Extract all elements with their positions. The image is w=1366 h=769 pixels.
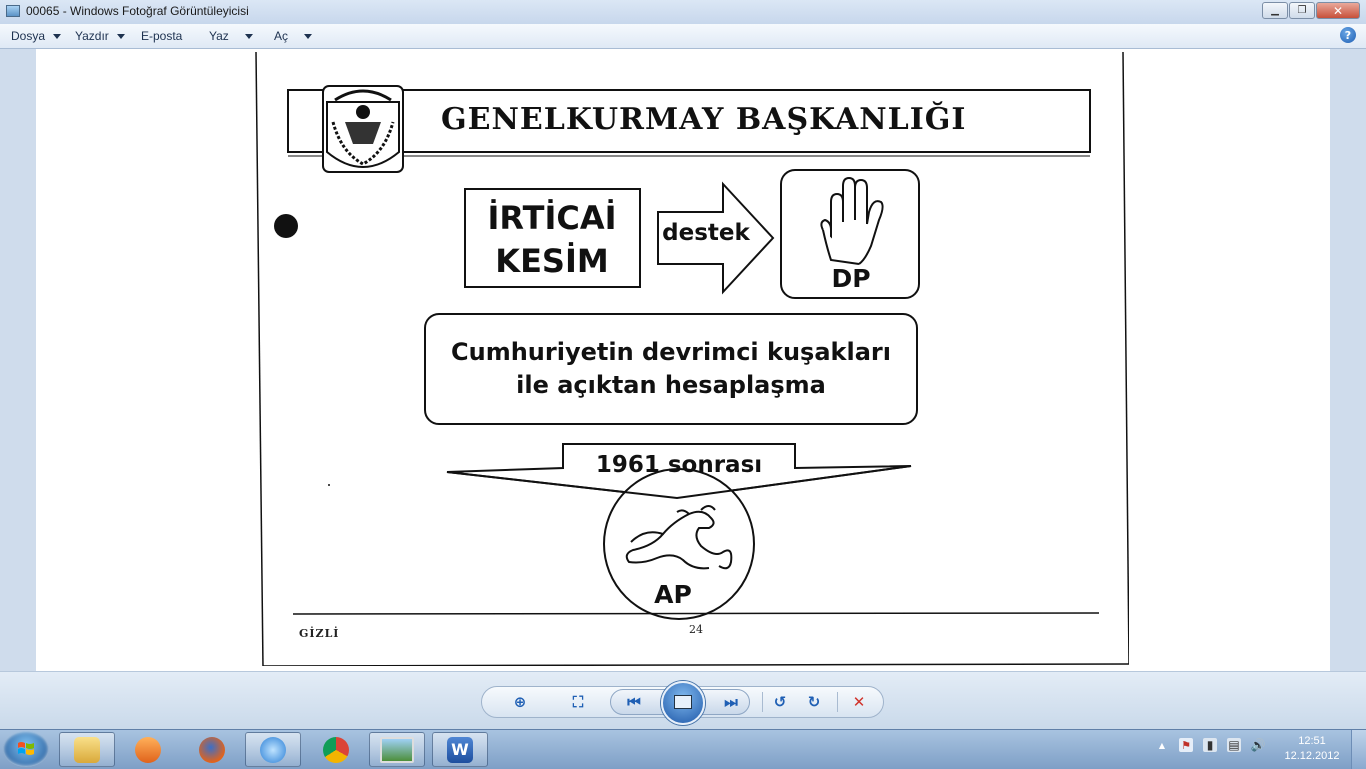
taskbar-photo-viewer[interactable] bbox=[369, 732, 425, 767]
folder-icon bbox=[74, 736, 100, 763]
after-1961-label: 1961 sonrası bbox=[595, 452, 763, 478]
rotate-counterclockwise-icon[interactable]: ↺ bbox=[770, 693, 790, 711]
close-button[interactable]: ✕ bbox=[1316, 2, 1360, 19]
taskbar: W ▲ ⚑ ▮ ▤ 🔊 12:51 12.12.2012 bbox=[0, 729, 1366, 769]
firefox-icon bbox=[199, 736, 225, 763]
chevron-down-icon bbox=[116, 33, 125, 39]
fit-window-icon[interactable]: ⛶ bbox=[568, 693, 588, 711]
action-center-icon[interactable]: ⚑ bbox=[1179, 738, 1193, 752]
start-button[interactable] bbox=[3, 731, 49, 767]
photo-viewer-icon bbox=[380, 736, 414, 763]
volume-icon[interactable]: 🔊 bbox=[1251, 738, 1266, 752]
slideshow-icon bbox=[674, 695, 692, 709]
tray-expand-icon[interactable]: ▲ bbox=[1155, 738, 1169, 752]
box-irticai-line2: KESİM bbox=[495, 242, 609, 280]
media-player-icon bbox=[135, 736, 161, 763]
photo-viewer-app-icon bbox=[6, 5, 20, 17]
network-icon[interactable]: ▤ bbox=[1227, 738, 1241, 752]
chrome-icon bbox=[323, 736, 349, 763]
taskbar-word[interactable]: W bbox=[432, 732, 488, 767]
previous-icon[interactable]: ⏮ bbox=[624, 693, 644, 711]
usb-device-icon[interactable]: ▮ bbox=[1203, 738, 1217, 752]
military-emblem-icon bbox=[322, 85, 404, 173]
restore-button[interactable]: ❐ bbox=[1289, 2, 1315, 19]
flag-icon: ⚑ bbox=[1181, 738, 1191, 752]
slideshow-button[interactable] bbox=[661, 681, 705, 725]
box-irticai-line1: İRTİCAİ bbox=[487, 199, 617, 237]
help-icon[interactable]: ? bbox=[1340, 27, 1356, 43]
taskbar-media-player[interactable] bbox=[120, 732, 176, 767]
window-controls: ▁ ❐ ✕ bbox=[1261, 2, 1360, 20]
system-tray: ▲ ⚑ ▮ ▤ 🔊 bbox=[1155, 738, 1265, 752]
title-bar: 00065 - Windows Fotoğraf Görüntüleyicisi… bbox=[0, 0, 1366, 24]
clock-date: 12.12.2012 bbox=[1284, 750, 1340, 762]
show-desktop-button[interactable] bbox=[1351, 730, 1366, 769]
menu-dosya-label: Dosya bbox=[11, 29, 46, 43]
windows-logo-icon bbox=[18, 742, 34, 755]
delete-icon[interactable]: ✕ bbox=[849, 693, 869, 711]
taskbar-chrome[interactable] bbox=[308, 732, 364, 767]
toolbar-separator bbox=[762, 692, 763, 712]
minimize-button[interactable]: ▁ bbox=[1262, 2, 1288, 19]
clock-time: 12:51 bbox=[1298, 735, 1326, 747]
taskbar-firefox[interactable] bbox=[184, 732, 240, 767]
arrow-label: destek bbox=[662, 220, 750, 246]
menu-yazdir-label: Yazdır bbox=[75, 29, 109, 43]
chevron-down-icon bbox=[244, 33, 253, 39]
internet-explorer-icon bbox=[260, 736, 286, 763]
menu-eposta[interactable]: E-posta bbox=[141, 29, 182, 43]
header-title: GENELKURMAY BAŞKANLIĞI bbox=[441, 102, 967, 137]
classification-label: GİZLİ bbox=[299, 627, 340, 640]
zoom-icon[interactable]: ⊕ bbox=[510, 693, 530, 711]
viewer-toolbar: ⊕ ⛶ ⏮ ⏭ ↺ ↻ ✕ bbox=[0, 671, 1366, 730]
menu-yazdir[interactable]: Yazdır bbox=[75, 29, 125, 43]
menu-eposta-label: E-posta bbox=[141, 29, 183, 43]
toolbar-separator bbox=[837, 692, 838, 712]
menu-yaz-label: Yaz bbox=[209, 29, 229, 43]
chevron-down-icon bbox=[53, 33, 62, 39]
taskbar-explorer[interactable] bbox=[59, 732, 115, 767]
menu-yaz[interactable]: Yaz bbox=[209, 29, 253, 43]
page-number: 24 bbox=[689, 623, 703, 636]
next-icon[interactable]: ⏭ bbox=[721, 693, 741, 711]
bullet-dot bbox=[274, 214, 298, 238]
word-icon: W bbox=[447, 736, 473, 763]
menu-bar: Dosya Yazdır E-posta Yaz Aç bbox=[0, 24, 1366, 49]
party-ap-label: AP bbox=[654, 580, 692, 609]
chevron-down-icon bbox=[304, 33, 313, 39]
menu-ac[interactable]: Aç bbox=[274, 29, 313, 43]
clock[interactable]: 12:51 12.12.2012 bbox=[1282, 734, 1342, 764]
menu-ac-label: Aç bbox=[274, 29, 289, 43]
middle-box-line2: ile açıktan hesaplaşma bbox=[516, 371, 826, 399]
taskbar-internet-explorer[interactable] bbox=[245, 732, 301, 767]
window-title: 00065 - Windows Fotoğraf Görüntüleyicisi bbox=[26, 4, 249, 18]
menu-dosya[interactable]: Dosya bbox=[11, 29, 62, 43]
party-dp-label: DP bbox=[831, 264, 871, 293]
rotate-clockwise-icon[interactable]: ↻ bbox=[804, 693, 824, 711]
middle-box-line1: Cumhuriyetin devrimci kuşakları bbox=[451, 338, 891, 366]
scanned-document: GENELKURMAY BAŞKANLIĞI İRTİCAİ KESİM des… bbox=[253, 52, 1129, 666]
